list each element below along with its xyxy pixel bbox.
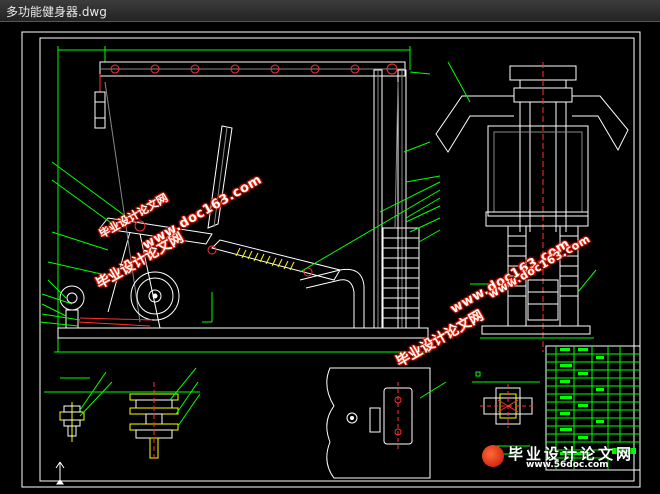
window-title: 多功能健身器.dwg (6, 5, 107, 19)
logo-icon (482, 445, 504, 467)
brand-url: www.56doc.com (526, 460, 609, 470)
pulley-detail (472, 371, 540, 455)
site-brand[interactable]: 毕业设计论文网 www.56doc.com (478, 443, 660, 470)
window-titlebar: 多功能健身器.dwg (0, 0, 660, 22)
shaft-detail (44, 367, 201, 485)
plate-detail (326, 367, 447, 479)
cad-canvas[interactable]: 毕业设计论文网 www.doc163.com 毕业设计论文网 www.doc16… (0, 22, 660, 494)
